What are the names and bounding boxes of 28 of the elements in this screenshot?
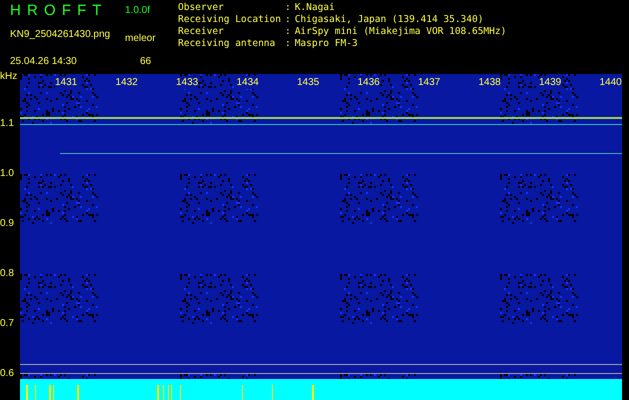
info-value: AirSpy mini (Miakejima VOR 108.65MHz): [294, 26, 506, 38]
info-label: Observer: [178, 2, 225, 14]
time-label: 1434: [236, 77, 259, 89]
axis-label: 1.0: [0, 168, 14, 180]
axis-label: 1.1: [0, 118, 14, 130]
time-label: 1431: [55, 77, 78, 89]
time-label: 1436: [358, 77, 380, 89]
axis-label: 0.7: [0, 318, 14, 330]
date-time: 25.04.26 14:30: [10, 54, 78, 69]
info-label: Receiving antenna: [178, 38, 276, 50]
info-value: Chigasaki, Japan (139.414 35.340): [294, 14, 484, 26]
file-name: KN9_2504261430.png: [10, 28, 112, 42]
info-separator: :: [284, 38, 291, 50]
axis-label: 0.8: [0, 268, 14, 280]
info-label: Receiving Location: [178, 14, 281, 26]
time-label: 1433: [176, 77, 198, 89]
info-separator: :: [284, 14, 291, 26]
info-value: Maspro FM-3: [294, 38, 359, 50]
info-label: Receiver: [178, 26, 225, 38]
info-separator: :: [284, 26, 291, 38]
info-separator: :: [284, 2, 291, 14]
info-value: K.Nagai: [294, 2, 336, 14]
app-title: H R O F F T: [10, 1, 104, 21]
time-label: 1439: [539, 77, 562, 89]
meteor-count: 66: [139, 54, 152, 69]
axis-unit: kHz: [0, 71, 18, 83]
axis-label: 0.9: [0, 218, 14, 230]
axis-label: 0.6: [0, 368, 14, 380]
